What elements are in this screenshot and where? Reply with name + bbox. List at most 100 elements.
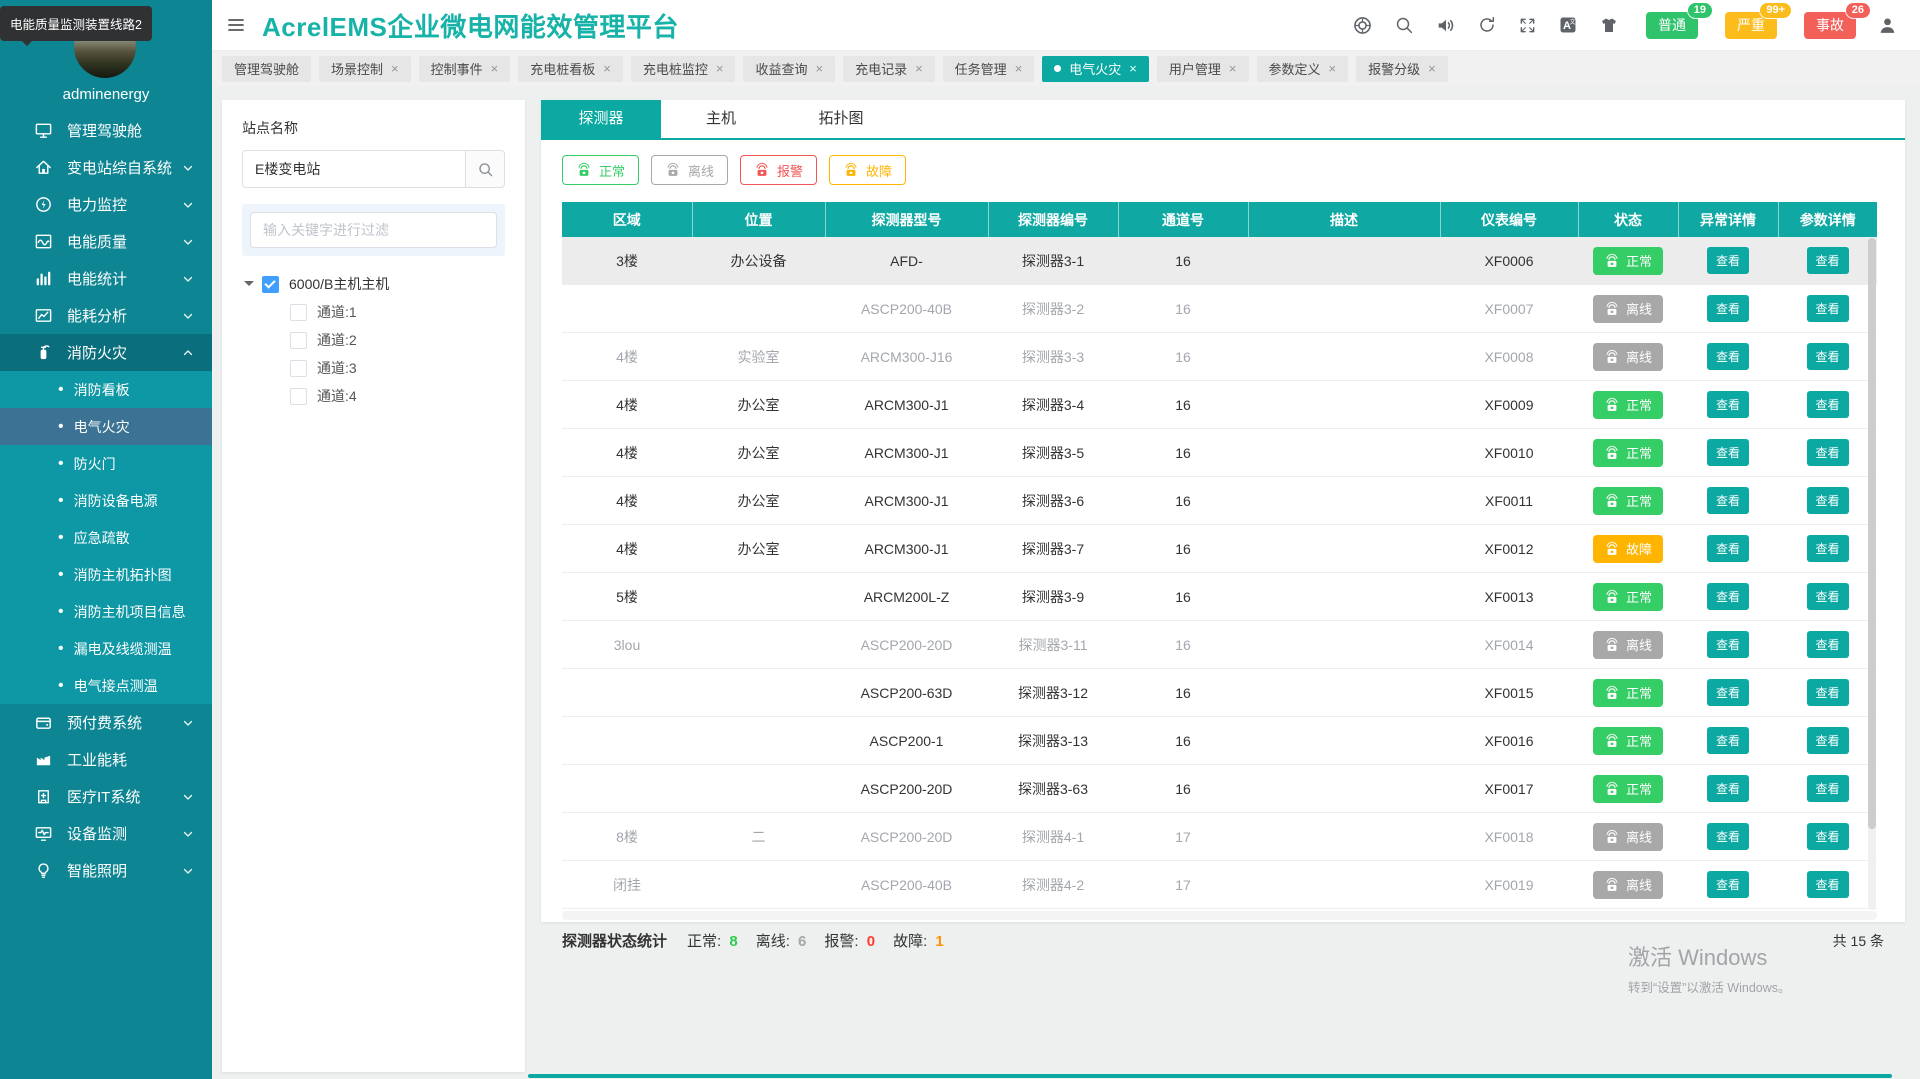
theme-shirt-icon[interactable] <box>1599 15 1619 35</box>
submenu-item-6[interactable]: • 消防主机项目信息 <box>0 593 212 630</box>
tree-child-0[interactable]: 通道:1 <box>290 298 505 326</box>
window-tab-2[interactable]: 控制事件 × <box>418 55 511 82</box>
close-tab-icon[interactable]: × <box>603 62 611 75</box>
window-tab-0[interactable]: 管理驾驶舱 <box>222 55 312 82</box>
table-vscrollbar[interactable] <box>1868 238 1876 910</box>
sidebar-item-bar-chart[interactable]: 电能统计 <box>0 260 212 297</box>
window-tab-5[interactable]: 收益查询 × <box>743 55 836 82</box>
view-abnormal-button[interactable]: 查看 <box>1707 871 1749 898</box>
menu-toggle-icon[interactable] <box>226 15 246 35</box>
close-tab-icon[interactable]: × <box>1229 62 1237 75</box>
sidebar-item-device-monitor[interactable]: 设备监测 <box>0 815 212 852</box>
sidebar-item-dashboard[interactable]: 管理驾驶舱 <box>0 112 212 149</box>
site-search-button[interactable] <box>465 150 505 188</box>
view-param-button[interactable]: 查看 <box>1806 247 1849 274</box>
view-abnormal-button[interactable]: 查看 <box>1707 391 1749 418</box>
sidebar-item-substation-home[interactable]: 变电站综自系统 <box>0 149 212 186</box>
submenu-item-1[interactable]: • 电气火灾 <box>0 408 212 445</box>
window-tab-1[interactable]: 场景控制 × <box>319 55 411 82</box>
fullscreen-icon[interactable] <box>1518 16 1537 35</box>
content-tab-1[interactable]: 主机 <box>661 100 781 138</box>
view-abnormal-button[interactable]: 查看 <box>1707 775 1749 802</box>
view-abnormal-button[interactable]: 查看 <box>1707 247 1749 274</box>
filter-fault-button[interactable]: 故障 <box>829 155 907 185</box>
tree-child-1[interactable]: 通道:2 <box>290 326 505 354</box>
filter-offline-button[interactable]: 离线 <box>651 155 729 185</box>
close-tab-icon[interactable]: × <box>391 62 399 75</box>
view-param-button[interactable]: 查看 <box>1806 631 1849 658</box>
sidebar-item-bulb[interactable]: 智能照明 <box>0 852 212 889</box>
view-param-button[interactable]: 查看 <box>1806 871 1849 898</box>
window-tab-11[interactable]: 报警分级 × <box>1356 55 1448 82</box>
view-abnormal-button[interactable]: 查看 <box>1707 727 1749 754</box>
sidebar-item-line-chart[interactable]: 能耗分析 <box>0 297 212 334</box>
table-hscrollbar[interactable] <box>562 911 1877 920</box>
site-search-input[interactable] <box>242 150 465 188</box>
view-param-button[interactable]: 查看 <box>1806 679 1849 706</box>
filter-alarm-button[interactable]: 报警 <box>740 155 818 185</box>
submenu-item-8[interactable]: • 电气接点测温 <box>0 667 212 704</box>
sidebar-item-power-bolt[interactable]: 电力监控 <box>0 186 212 223</box>
close-tab-icon[interactable]: × <box>1329 62 1337 75</box>
close-tab-icon[interactable]: × <box>1129 62 1137 75</box>
view-abnormal-button[interactable]: 查看 <box>1707 631 1749 658</box>
close-tab-icon[interactable]: × <box>716 62 724 75</box>
submenu-item-4[interactable]: • 应急疏散 <box>0 519 212 556</box>
view-param-button[interactable]: 查看 <box>1806 823 1849 850</box>
alarm-badge-2[interactable]: 事故 26 <box>1804 2 1870 39</box>
alarm-badge-1[interactable]: 严重 99+ <box>1725 2 1791 39</box>
close-tab-icon[interactable]: × <box>1015 62 1023 75</box>
sidebar-item-factory[interactable]: 工业能耗 <box>0 741 212 778</box>
sidebar-item-wallet[interactable]: 预付费系统 <box>0 704 212 741</box>
view-abnormal-button[interactable]: 查看 <box>1707 343 1749 370</box>
submenu-item-3[interactable]: • 消防设备电源 <box>0 482 212 519</box>
refresh-icon[interactable] <box>1477 15 1497 35</box>
view-param-button[interactable]: 查看 <box>1806 343 1849 370</box>
alarm-badge-0[interactable]: 普通 19 <box>1646 2 1712 39</box>
view-param-button[interactable]: 查看 <box>1806 439 1849 466</box>
tree-child-checkbox[interactable] <box>290 303 307 321</box>
submenu-item-7[interactable]: • 漏电及线缆测温 <box>0 630 212 667</box>
tree-root-checkbox[interactable] <box>262 275 279 293</box>
translate-icon[interactable]: A文 <box>1558 15 1578 35</box>
window-tab-3[interactable]: 充电桩看板 × <box>518 55 623 82</box>
bottom-scrollbar[interactable] <box>528 1074 1892 1078</box>
view-param-button[interactable]: 查看 <box>1806 727 1849 754</box>
submenu-item-0[interactable]: • 消防看板 <box>0 371 212 408</box>
content-tab-2[interactable]: 拓扑图 <box>781 100 901 138</box>
user-icon[interactable] <box>1877 15 1898 36</box>
view-abnormal-button[interactable]: 查看 <box>1707 295 1749 322</box>
view-abnormal-button[interactable]: 查看 <box>1707 583 1749 610</box>
tree-child-3[interactable]: 通道:4 <box>290 382 505 410</box>
close-tab-icon[interactable]: × <box>815 62 823 75</box>
window-tab-6[interactable]: 充电记录 × <box>843 55 935 82</box>
view-param-button[interactable]: 查看 <box>1806 583 1849 610</box>
sidebar-item-wave-chart[interactable]: 电能质量 <box>0 223 212 260</box>
tree-root[interactable]: 6000/B主机主机 <box>242 270 505 298</box>
caret-down-icon[interactable] <box>244 281 254 291</box>
tree-child-checkbox[interactable] <box>290 331 307 349</box>
help-ring-icon[interactable] <box>1352 15 1373 36</box>
filter-normal-button[interactable]: 正常 <box>562 155 640 185</box>
tree-child-2[interactable]: 通道:3 <box>290 354 505 382</box>
view-abnormal-button[interactable]: 查看 <box>1707 439 1749 466</box>
tree-child-checkbox[interactable] <box>290 387 307 405</box>
view-param-button[interactable]: 查看 <box>1806 775 1849 802</box>
submenu-item-5[interactable]: • 消防主机拓扑图 <box>0 556 212 593</box>
search-icon[interactable] <box>1394 15 1414 35</box>
window-tab-4[interactable]: 充电桩监控 × <box>630 55 736 82</box>
view-abnormal-button[interactable]: 查看 <box>1707 679 1749 706</box>
view-param-button[interactable]: 查看 <box>1806 487 1849 514</box>
tree-filter-input[interactable] <box>250 212 497 248</box>
sidebar-item-fire-extinguisher[interactable]: 消防火灾 <box>0 334 212 371</box>
close-tab-icon[interactable]: × <box>1428 62 1436 75</box>
window-tab-9[interactable]: 用户管理 × <box>1156 55 1249 82</box>
view-param-button[interactable]: 查看 <box>1806 391 1849 418</box>
window-tab-7[interactable]: 任务管理 × <box>942 55 1035 82</box>
scroll-thumb[interactable] <box>1868 238 1876 830</box>
close-tab-icon[interactable]: × <box>915 62 923 75</box>
view-abnormal-button[interactable]: 查看 <box>1707 487 1749 514</box>
close-tab-icon[interactable]: × <box>491 62 499 75</box>
view-param-button[interactable]: 查看 <box>1806 295 1849 322</box>
tree-child-checkbox[interactable] <box>290 359 307 377</box>
